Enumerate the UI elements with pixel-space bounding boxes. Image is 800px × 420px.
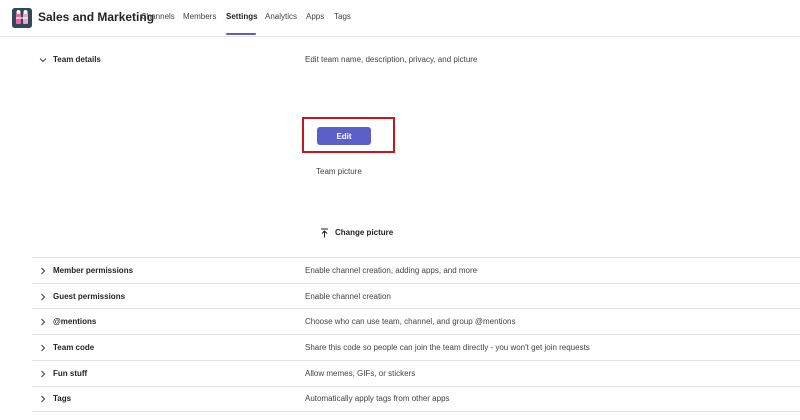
section-title: Tags [53, 394, 72, 404]
chevron-right-icon [41, 318, 46, 326]
change-picture-label: Change picture [335, 228, 394, 238]
section-description: Choose who can use team, channel, and gr… [305, 317, 516, 326]
active-tab-indicator [226, 33, 256, 35]
section-description: Share this code so people can join the t… [305, 343, 590, 352]
chevron-right-icon [41, 370, 46, 378]
section-guest-permissions[interactable]: Guest permissions [38, 292, 125, 302]
section-title: @mentions [53, 317, 97, 327]
tab-members[interactable]: Members [183, 12, 216, 21]
tab-tags[interactable]: Tags [334, 12, 351, 21]
section-divider [32, 360, 800, 361]
tab-apps[interactable]: Apps [306, 12, 324, 21]
section-divider [32, 334, 800, 335]
section-description: Enable channel creation [305, 292, 391, 301]
section-tags[interactable]: Tags [38, 394, 71, 404]
section-description: Allow memes, GIFs, or stickers [305, 369, 416, 378]
section-description: Enable channel creation, adding apps, an… [305, 266, 478, 275]
section-title: Team code [53, 343, 95, 353]
chevron-right-icon [41, 395, 46, 403]
team-avatar-icon [12, 8, 32, 28]
section-team-code[interactable]: Team code [38, 343, 94, 353]
edit-button[interactable]: Edit [317, 127, 371, 145]
team-details-title: Team details [53, 55, 101, 65]
section-divider [32, 411, 800, 412]
tab-analytics[interactable]: Analytics [265, 12, 297, 21]
chevron-right-icon [41, 267, 46, 275]
section-fun-stuff[interactable]: Fun stuff [38, 369, 87, 379]
section-mentions[interactable]: @mentions [38, 317, 96, 327]
section-title: Guest permissions [53, 292, 126, 302]
tab-settings[interactable]: Settings [226, 12, 258, 21]
team-avatar[interactable] [12, 8, 32, 28]
team-header: Sales and Marketing Channels Members Set… [0, 0, 800, 37]
section-title: Fun stuff [53, 369, 88, 379]
tab-channels[interactable]: Channels [141, 12, 175, 21]
section-title: Member permissions [53, 266, 134, 276]
section-divider [32, 386, 800, 387]
chevron-down-icon [39, 58, 47, 63]
team-picture-label: Team picture [316, 167, 362, 176]
change-picture-button[interactable]: Change picture [320, 228, 393, 238]
chevron-right-icon [41, 344, 46, 352]
chevron-right-icon [41, 293, 46, 301]
section-description: Automatically apply tags from other apps [305, 394, 450, 403]
team-details-toggle[interactable]: Team details [38, 55, 101, 65]
team-title: Sales and Marketing [38, 10, 155, 24]
upload-icon [321, 228, 328, 238]
section-divider [32, 283, 800, 284]
team-details-description: Edit team name, description, privacy, an… [305, 55, 478, 64]
section-member-permissions[interactable]: Member permissions [38, 266, 133, 276]
section-divider [32, 308, 800, 309]
section-divider [32, 257, 800, 258]
